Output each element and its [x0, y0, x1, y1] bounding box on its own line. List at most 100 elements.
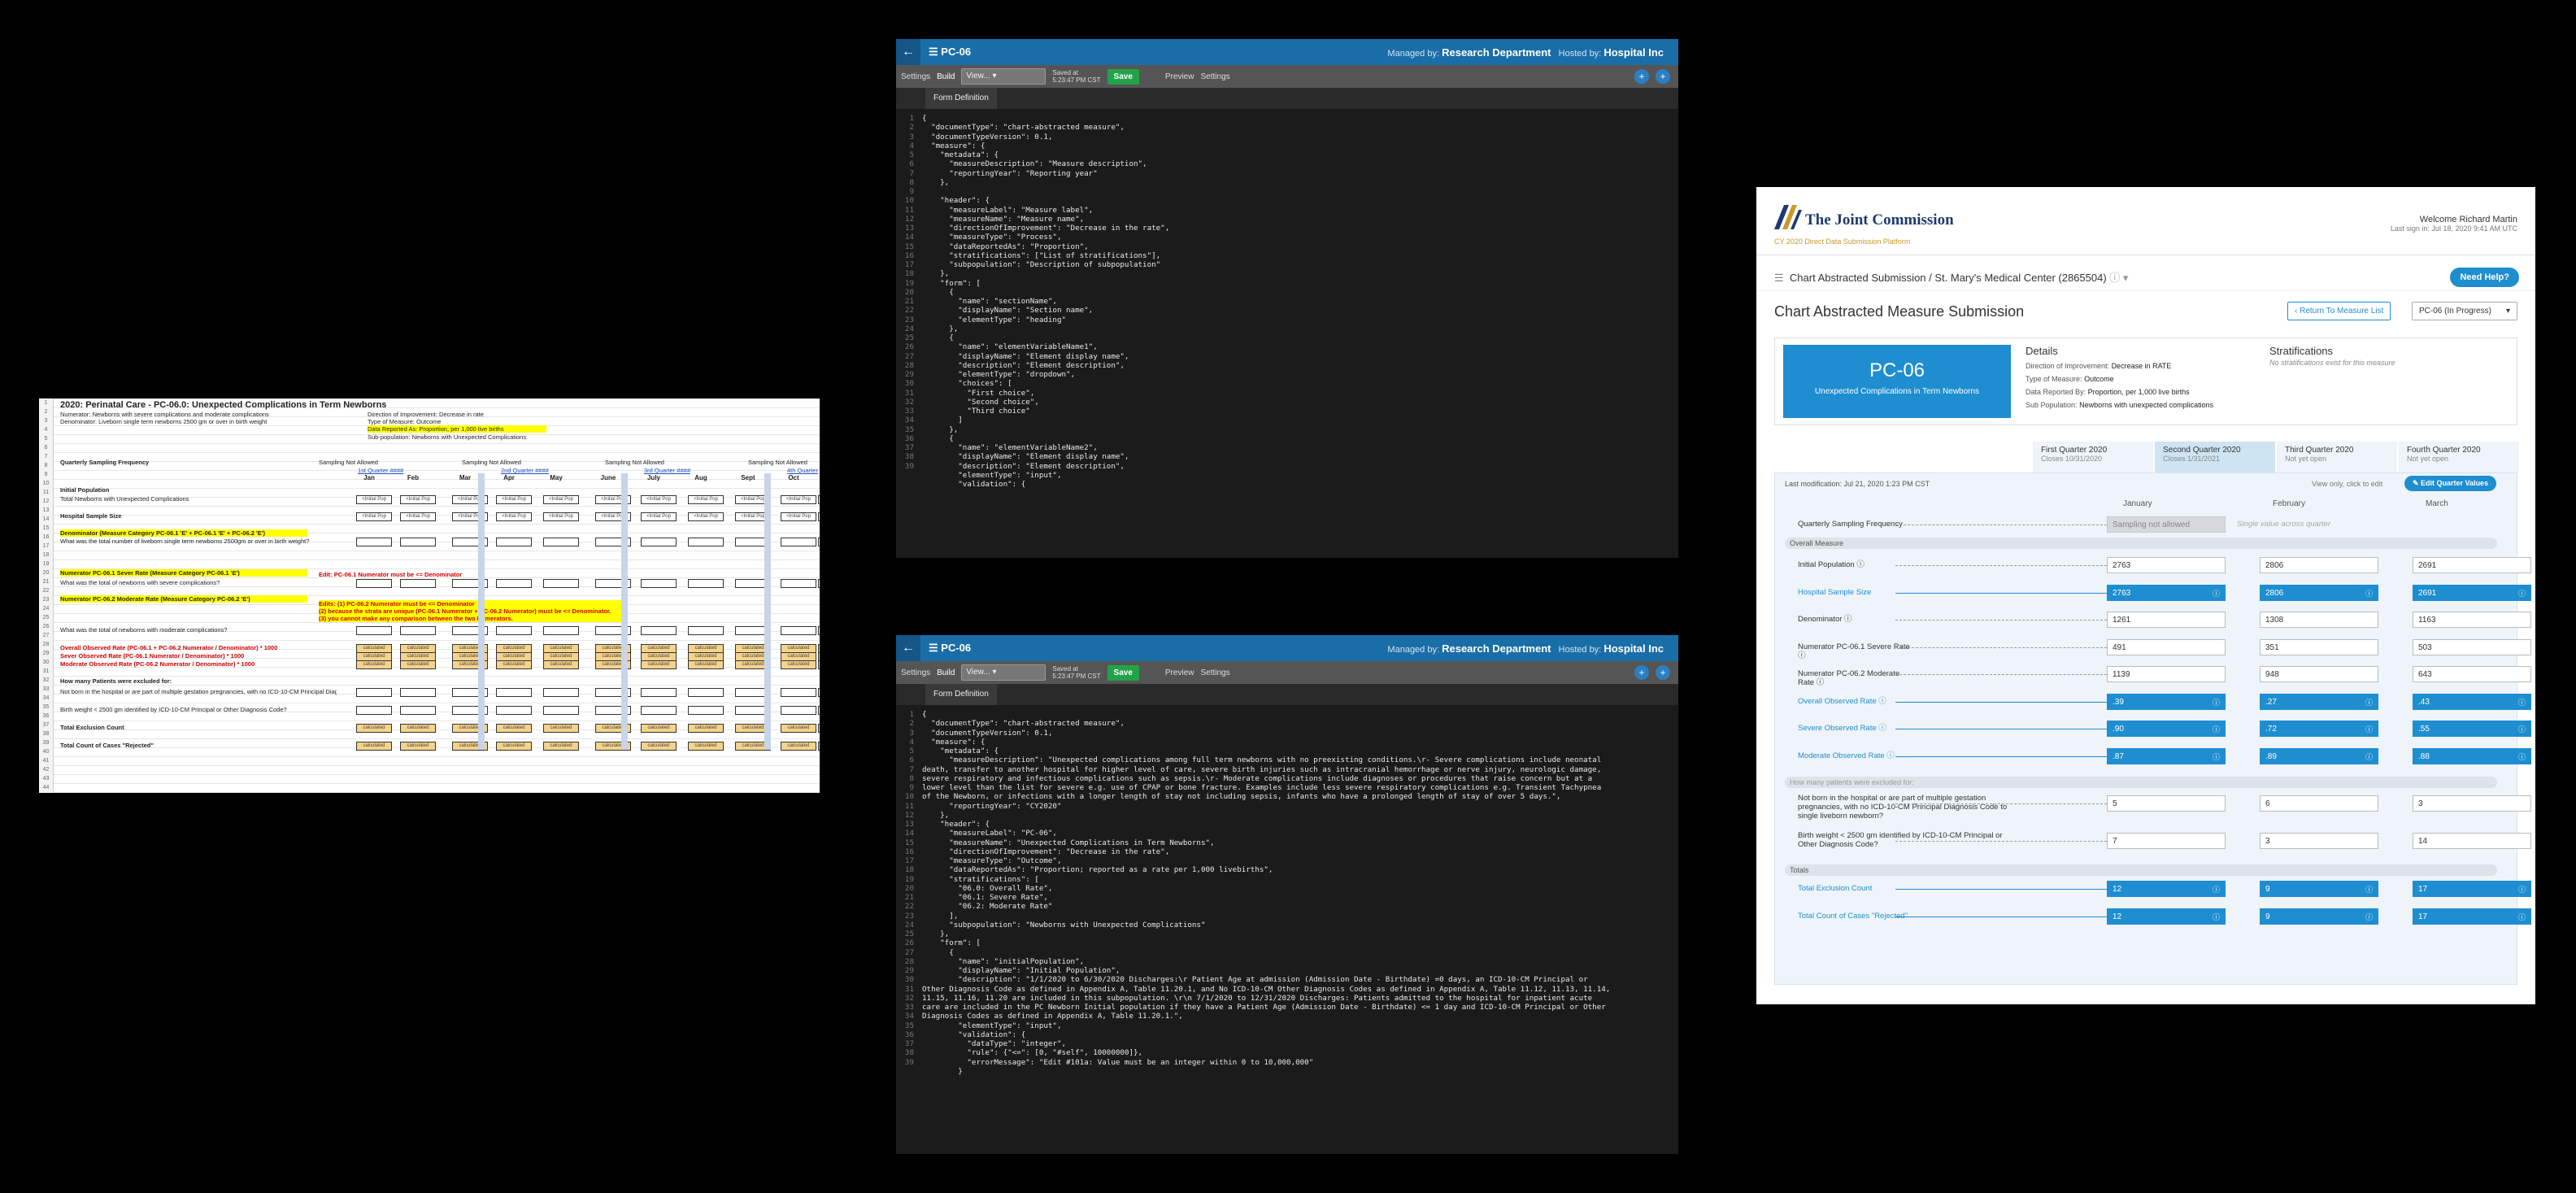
code-text[interactable]: { "documentType": "chart-abstracted meas… — [919, 710, 1678, 1076]
sheet-cell[interactable]: calculated — [818, 742, 820, 751]
add-icon-2[interactable]: + — [1656, 665, 1670, 680]
sheet-cell[interactable] — [781, 538, 816, 546]
sheet-cell[interactable] — [400, 579, 436, 588]
sheet-cell[interactable] — [781, 626, 816, 635]
sheet-cell[interactable] — [400, 538, 436, 546]
menu-icon[interactable]: ☰ — [1774, 272, 1784, 284]
settings-tab-2[interactable]: Settings — [1200, 668, 1229, 677]
sheet-cell[interactable]: calculated — [543, 660, 579, 669]
sheet-cell[interactable] — [496, 706, 532, 715]
sheet-cell[interactable] — [543, 626, 579, 635]
sheet-cell[interactable]: <Initial Pop — [400, 495, 436, 504]
sheet-cell[interactable]: calculated — [543, 742, 579, 751]
sheet-cell[interactable] — [356, 538, 392, 546]
sheet-cell[interactable] — [400, 688, 436, 697]
tab-quarter-1[interactable]: First Quarter 2020 Closes 10/31/2020 — [2033, 442, 2153, 472]
sheet-cell[interactable] — [496, 538, 532, 546]
sheet-cell[interactable] — [781, 706, 816, 715]
value-input[interactable]: 1308 — [2260, 612, 2378, 628]
value-input[interactable]: 2763 — [2107, 557, 2226, 573]
sheet-cell[interactable]: <Initial Pop — [688, 495, 724, 504]
back-arrow-icon[interactable]: ← — [896, 635, 920, 661]
sheet-cell[interactable] — [641, 538, 677, 546]
sheet-cell[interactable]: calculated — [356, 724, 392, 733]
value-input[interactable]: 503 — [2413, 638, 2531, 655]
value-input[interactable]: 1163 — [2413, 612, 2531, 628]
value-input[interactable]: 643 — [2413, 666, 2531, 682]
sheet-cell[interactable]: calculated — [400, 660, 436, 669]
value-input[interactable]: 1139 — [2107, 666, 2226, 682]
settings-tab[interactable]: Settings — [901, 72, 930, 81]
code-area[interactable]: 1 2 3 4 5 6 7 8 9 10 11 12 13 14 15 16 1… — [896, 109, 1678, 489]
sheet-cell[interactable] — [818, 626, 820, 635]
sheet-cell[interactable] — [543, 579, 579, 588]
sheet-cell[interactable]: calculated — [781, 724, 816, 733]
need-help-button[interactable]: Need Help? — [2450, 268, 2519, 287]
sheet-cell[interactable] — [543, 538, 579, 546]
add-icon[interactable]: + — [1634, 69, 1649, 84]
measure-status-select[interactable]: PC-06 (In Progress) ▾ — [2412, 302, 2517, 320]
sheet-cell[interactable]: calculated — [496, 724, 532, 733]
back-arrow-icon[interactable]: ← — [896, 39, 920, 65]
sheet-cell[interactable]: <Initial Pop — [496, 495, 532, 504]
sheet-cell[interactable]: <Initial Pop — [781, 512, 816, 521]
code-area[interactable]: 1 2 3 4 5 6 7 8 9 10 11 12 13 14 15 16 1… — [896, 705, 1678, 1076]
tab-form-definition[interactable]: Form Definition — [925, 684, 997, 705]
settings-tab-2[interactable]: Settings — [1200, 72, 1229, 81]
value-input[interactable]: 491 — [2107, 638, 2226, 655]
value-input[interactable]: 1261 — [2107, 612, 2226, 628]
value-input[interactable]: 948 — [2260, 666, 2378, 682]
info-icon[interactable]: ⓘ ▾ — [2109, 272, 2128, 284]
tab-quarter-3[interactable]: Third Quarter 2020 Not yet open — [2277, 442, 2397, 472]
sheet-cell[interactable]: <Initial Pop — [496, 512, 532, 521]
sheet-cell[interactable] — [641, 579, 677, 588]
sheet-cell[interactable] — [818, 538, 820, 546]
tab-form-definition[interactable]: Form Definition — [925, 88, 997, 109]
sheet-cell[interactable] — [818, 579, 820, 588]
preview-tab[interactable]: Preview — [1165, 72, 1194, 81]
preview-tab[interactable]: Preview — [1165, 668, 1194, 677]
sheet-cell[interactable] — [400, 706, 436, 715]
sheet-cell[interactable] — [641, 626, 677, 635]
sheet-cell[interactable]: calculated — [543, 724, 579, 733]
settings-tab[interactable]: Settings — [901, 668, 930, 677]
tab-quarter-2[interactable]: Second Quarter 2020 Closes 1/31/2021 — [2155, 442, 2275, 472]
sheet-cell[interactable]: <Initial Pop — [818, 495, 820, 504]
sheet-cell[interactable]: <Initial Pop — [688, 512, 724, 521]
sheet-cell[interactable]: calculated — [688, 660, 724, 669]
sheet-cell[interactable]: calculated — [781, 742, 816, 751]
sheet-cell[interactable]: <Initial Pop — [356, 495, 392, 504]
sheet-cell[interactable] — [641, 688, 677, 697]
sheet-cell[interactable]: calculated — [400, 724, 436, 733]
sheet-cell[interactable] — [818, 688, 820, 697]
value-input[interactable]: 2691 — [2413, 557, 2531, 573]
sheet-cell[interactable]: calculated — [818, 724, 820, 733]
sheet-cell[interactable] — [781, 579, 816, 588]
save-button[interactable]: Save — [1107, 68, 1139, 85]
value-input[interactable]: 351 — [2260, 638, 2378, 655]
value-input[interactable]: 6 — [2260, 795, 2378, 812]
return-to-measure-list-button[interactable]: ‹ Return To Measure List — [2287, 302, 2391, 320]
value-input[interactable]: 5 — [2107, 795, 2226, 812]
sheet-cell[interactable]: calculated — [818, 660, 820, 669]
sheet-cell[interactable]: calculated — [641, 660, 677, 669]
value-input[interactable]: 3 — [2413, 795, 2531, 812]
sheet-cell[interactable] — [496, 579, 532, 588]
value-input[interactable]: 2806 — [2260, 557, 2378, 573]
sheet-cell[interactable]: <Initial Pop — [641, 512, 677, 521]
view-select[interactable]: View... ▾ — [961, 68, 1046, 85]
sheet-cell[interactable] — [688, 688, 724, 697]
build-tab[interactable]: Build — [937, 72, 955, 81]
add-icon-2[interactable]: + — [1656, 69, 1670, 84]
edit-quarter-values-button[interactable]: ✎ Edit Quarter Values — [2404, 476, 2497, 491]
code-text[interactable]: { "documentType": "chart-abstracted meas… — [919, 114, 1678, 489]
sheet-cell[interactable] — [818, 706, 820, 715]
sheet-cell[interactable] — [356, 626, 392, 635]
sheet-cell[interactable] — [356, 706, 392, 715]
sheet-cell[interactable]: calculated — [688, 724, 724, 733]
value-input[interactable]: 7 — [2107, 833, 2226, 849]
sheet-cell[interactable]: calculated — [688, 742, 724, 751]
sheet-cell[interactable]: <Initial Pop — [400, 512, 436, 521]
sheet-cell[interactable]: calculated — [641, 742, 677, 751]
sheet-cell[interactable] — [781, 688, 816, 697]
